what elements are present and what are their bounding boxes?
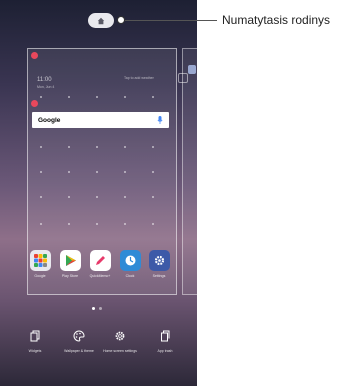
app-label: Play Store — [61, 274, 79, 278]
app-trash-button[interactable]: App trash — [146, 330, 184, 354]
page-dot-active — [92, 307, 95, 310]
palette-icon — [73, 330, 85, 342]
google-logo: Google — [38, 116, 61, 124]
app-icon — [188, 65, 196, 74]
google-folder-icon[interactable] — [30, 250, 51, 271]
app-label: Google — [34, 274, 46, 278]
mic-icon[interactable] — [157, 116, 163, 124]
set-default-home-button[interactable] — [88, 13, 114, 28]
app-label: Clock — [125, 274, 135, 278]
google-search-widget[interactable]: Google — [32, 112, 169, 128]
toolbar-label: Wallpaper & theme — [64, 349, 94, 353]
callout-marker — [117, 16, 125, 24]
home-screen-settings-button[interactable]: Home screen settings — [101, 330, 139, 354]
toolbar-label: Home screen settings — [103, 349, 137, 353]
clock-icon[interactable] — [120, 250, 141, 271]
callout-line — [125, 20, 217, 21]
weather-widget-text: Tap to add weather — [124, 76, 154, 80]
next-page-card[interactable] — [182, 48, 197, 295]
home-screen-edit-mode: 11:00 Mon, Jun 4 Tap to add weather Goog… — [0, 0, 197, 386]
clock-widget-date: Mon, Jun 4 — [37, 85, 55, 89]
widgets-button[interactable]: Widgets — [16, 330, 54, 354]
wallpaper-theme-button[interactable]: Wallpaper & theme — [60, 330, 98, 354]
clock-widget-time: 11:00 — [37, 77, 52, 83]
callout-label: Numatytasis rodinys — [222, 13, 331, 27]
app-label: Settings — [152, 274, 166, 278]
settings-icon[interactable] — [149, 250, 170, 271]
remove-widget-icon[interactable] — [31, 52, 38, 59]
quickmemo-icon[interactable] — [90, 250, 111, 271]
gear-icon — [115, 331, 125, 341]
trash-icon — [161, 330, 170, 342]
app-label: QuickMemo+ — [89, 274, 111, 278]
toolbar-label: App trash — [157, 349, 173, 353]
home-icon — [97, 17, 105, 24]
page-indicator — [92, 307, 102, 310]
play-store-icon[interactable] — [60, 250, 81, 271]
widgets-icon — [30, 330, 40, 342]
remove-widget-icon[interactable] — [31, 100, 38, 107]
toolbar-label: Widgets — [28, 349, 42, 353]
page-dot — [99, 307, 102, 310]
